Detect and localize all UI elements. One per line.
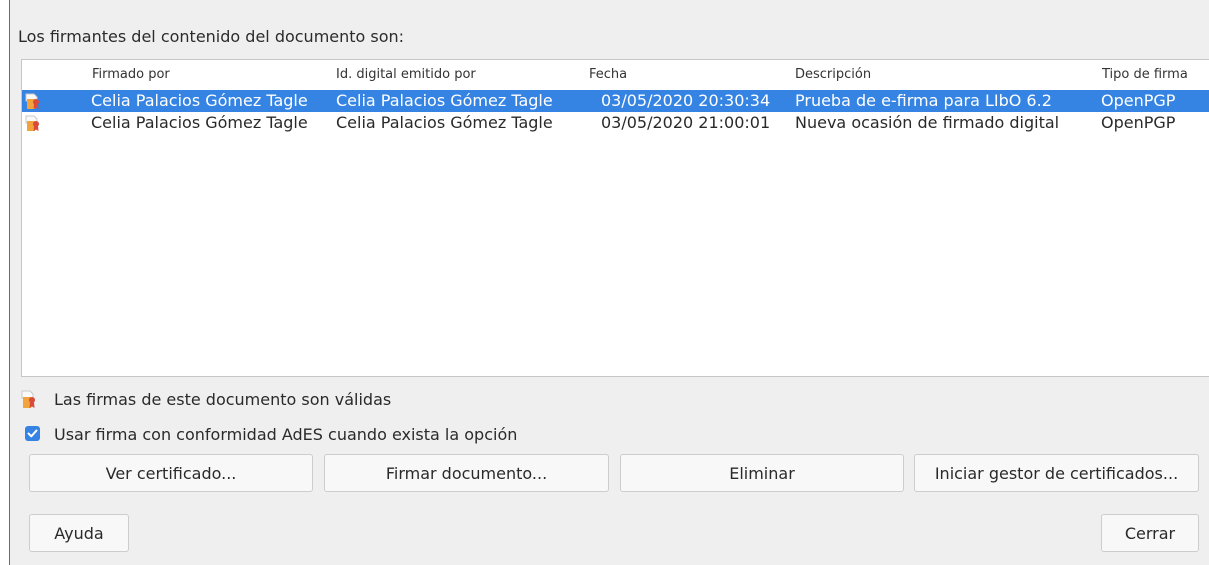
signed-by-cell: Celia Palacios Gómez Tagle: [91, 91, 308, 110]
remove-button[interactable]: Eliminar: [620, 454, 904, 492]
signers-heading: Los firmantes del contenido del document…: [18, 27, 405, 46]
certificate-manager-button[interactable]: Iniciar gestor de certificados...: [914, 454, 1199, 492]
close-button[interactable]: Cerrar: [1101, 514, 1199, 552]
ades-checkbox[interactable]: [25, 426, 40, 441]
signatures-list[interactable]: Firmado por Id. digital emitido por Fech…: [21, 59, 1209, 377]
certificate-icon: [25, 93, 41, 111]
description-cell: Nueva ocasión de firmado digital: [795, 113, 1060, 132]
signature-type-cell: OpenPGP: [1101, 91, 1176, 110]
list-header: Firmado por Id. digital emitido por Fech…: [22, 60, 1209, 86]
issued-by-cell: Celia Palacios Gómez Tagle: [336, 91, 553, 110]
date-cell: 03/05/2020 20:30:34: [601, 91, 771, 110]
column-header-signed-by[interactable]: Firmado por: [92, 67, 170, 82]
signature-type-cell: OpenPGP: [1101, 113, 1176, 132]
view-certificate-button[interactable]: Ver certificado...: [29, 454, 313, 492]
column-header-description[interactable]: Descripción: [795, 67, 871, 82]
certificate-icon: [25, 115, 41, 133]
column-header-signature-type[interactable]: Tipo de firma: [1102, 67, 1188, 82]
description-cell: Prueba de e-firma para LIbO 6.2: [795, 91, 1052, 110]
ades-checkbox-label[interactable]: Usar firma con conformidad AdES cuando e…: [54, 425, 517, 444]
date-cell: 03/05/2020 21:00:01: [601, 113, 771, 132]
sign-document-button[interactable]: Firmar documento...: [324, 454, 609, 492]
help-button[interactable]: Ayuda: [29, 514, 129, 552]
signature-valid-icon: [21, 390, 37, 410]
signed-by-cell: Celia Palacios Gómez Tagle: [91, 113, 308, 132]
signature-row[interactable]: Celia Palacios Gómez Tagle Celia Palacio…: [22, 112, 1209, 134]
column-header-issued-by[interactable]: Id. digital emitido por: [336, 67, 476, 82]
checkmark-icon: [27, 429, 38, 438]
column-header-date[interactable]: Fecha: [589, 67, 627, 82]
issued-by-cell: Celia Palacios Gómez Tagle: [336, 113, 553, 132]
signature-status-text: Las firmas de este documento son válidas: [54, 390, 392, 409]
signature-row[interactable]: Celia Palacios Gómez Tagle Celia Palacio…: [22, 90, 1209, 112]
